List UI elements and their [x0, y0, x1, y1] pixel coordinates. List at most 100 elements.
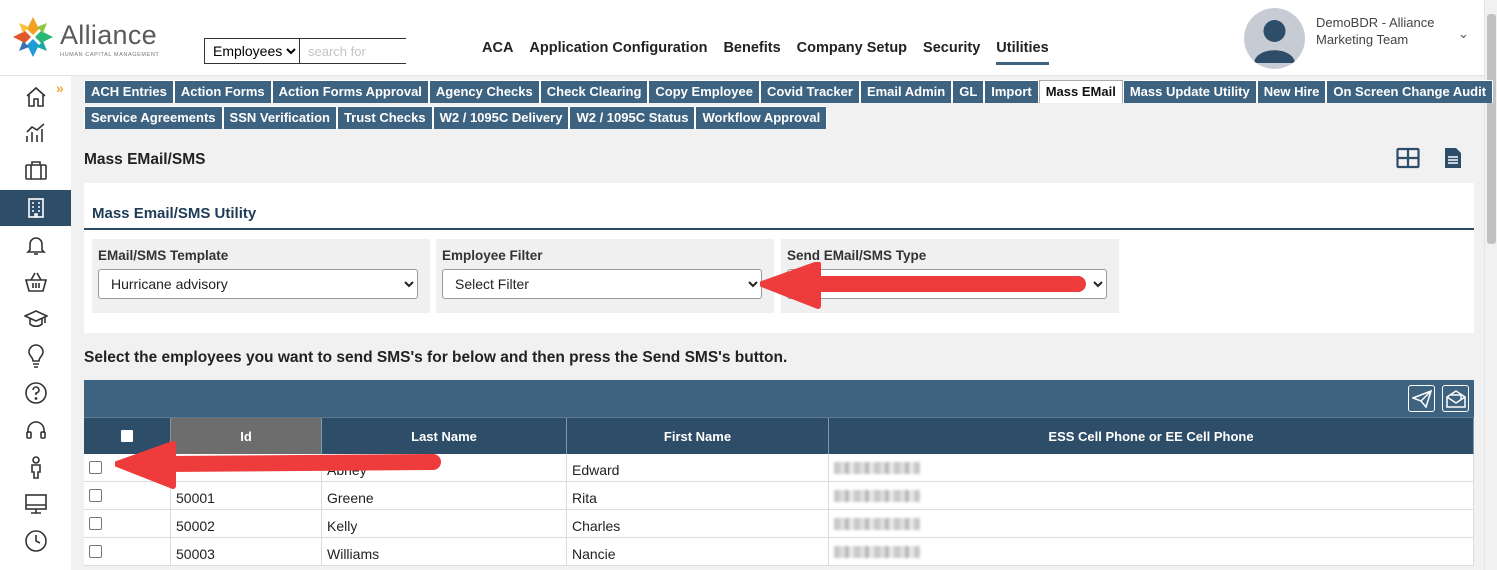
scrollbar-thumb[interactable] — [1487, 14, 1496, 244]
building-icon — [27, 198, 44, 218]
search-scope-select[interactable]: Employees — [205, 39, 300, 63]
send-type-label: Send EMail/SMS Type — [787, 248, 927, 263]
column-header-cell-phone[interactable]: ESS Cell Phone or EE Cell Phone — [829, 418, 1474, 454]
user-menu[interactable]: DemoBDR - Alliance Marketing Team ⌄ — [1244, 6, 1479, 69]
employee-filter-select[interactable]: Select Filter — [442, 269, 762, 299]
row-checkbox[interactable] — [89, 517, 102, 530]
tab-action-forms[interactable]: Action Forms — [173, 80, 272, 103]
sidebar-item-analytics[interactable] — [0, 115, 71, 151]
row-checkbox[interactable] — [89, 461, 102, 474]
bell-icon — [25, 237, 46, 255]
table-row[interactable]: 50002 Kelly Charles — [84, 510, 1474, 538]
send-type-field: Send EMail/SMS Type — [781, 239, 1119, 313]
nav-benefits[interactable]: Benefits — [723, 40, 780, 65]
tab-ssn-verification[interactable]: SSN Verification — [222, 106, 337, 129]
cell-id: 50003 — [171, 538, 322, 565]
tab-agency-checks[interactable]: Agency Checks — [428, 80, 540, 103]
sidebar-item-training[interactable] — [0, 301, 71, 337]
employee-grid: Id Last Name First Name ESS Cell Phone o… — [84, 380, 1474, 566]
sidebar-item-help[interactable] — [0, 375, 71, 411]
nav-security[interactable]: Security — [923, 40, 980, 65]
tab-action-forms-approval[interactable]: Action Forms Approval — [271, 80, 429, 103]
nav-company-setup[interactable]: Company Setup — [797, 40, 907, 65]
sidebar-item-people[interactable] — [0, 449, 71, 485]
graduation-cap-icon — [23, 310, 48, 328]
top-bar: Alliance HUMAN CAPITAL MANAGEMENT Employ… — [0, 0, 1484, 76]
grid-toolbar — [84, 380, 1474, 417]
headset-icon — [25, 421, 46, 439]
select-all-checkbox[interactable] — [121, 430, 133, 442]
sidebar-item-company[interactable] — [0, 190, 71, 226]
nav-aca[interactable]: ACA — [482, 40, 513, 65]
grid-view-icon[interactable] — [1396, 147, 1420, 169]
row-checkbox[interactable] — [89, 489, 102, 502]
cell-first-name: Nancie — [567, 538, 829, 565]
tab-service-agreements[interactable]: Service Agreements — [84, 106, 223, 129]
cell-phone-redacted — [829, 510, 1474, 537]
instruction-text: Select the employees you want to send SM… — [84, 349, 788, 366]
tab-trust-checks[interactable]: Trust Checks — [336, 106, 433, 129]
brand-name: Alliance — [60, 20, 157, 50]
tab-w2-1095c-status[interactable]: W2 / 1095C Status — [569, 106, 696, 129]
main-nav: ACA Application Configuration Benefits C… — [482, 40, 1049, 65]
briefcase-icon — [24, 161, 47, 180]
tab-row-2: Service Agreements SSN Verification Trus… — [84, 106, 1474, 130]
tab-copy-employee[interactable]: Copy Employee — [648, 80, 760, 103]
sidebar-item-support[interactable] — [0, 412, 71, 448]
sidebar-item-notifications[interactable] — [0, 227, 71, 263]
table-row[interactable]: 50003 Williams Nancie — [84, 538, 1474, 566]
employee-filter-field: Employee Filter Select Filter — [436, 239, 774, 313]
chevron-down-icon[interactable]: ⌄ — [1458, 26, 1469, 42]
tab-workflow-approval[interactable]: Workflow Approval — [695, 106, 828, 129]
table-row[interactable]: 50001 Greene Rita — [84, 482, 1474, 510]
tab-covid-tracker[interactable]: Covid Tracker — [759, 80, 860, 103]
sidebar — [0, 76, 71, 570]
sidebar-item-jobs[interactable] — [0, 152, 71, 188]
row-checkbox[interactable] — [89, 545, 102, 558]
send-type-select[interactable] — [787, 269, 1107, 299]
tab-w2-1095c-delivery[interactable]: W2 / 1095C Delivery — [432, 106, 570, 129]
sidebar-item-shop[interactable] — [0, 264, 71, 300]
send-sms-button[interactable] — [1408, 385, 1435, 412]
nav-utilities[interactable]: Utilities — [996, 40, 1049, 65]
employee-filter-label: Employee Filter — [442, 248, 543, 263]
tab-ach-entries[interactable]: ACH Entries — [84, 80, 174, 103]
person-icon — [30, 456, 41, 479]
document-view-icon[interactable] — [1444, 147, 1462, 169]
nav-application-configuration[interactable]: Application Configuration — [529, 40, 707, 65]
tab-on-screen-change-audit[interactable]: On Screen Change Audit — [1326, 80, 1494, 103]
cell-phone-redacted — [829, 454, 1474, 481]
template-select[interactable]: Hurricane advisory — [98, 269, 418, 299]
tab-check-clearing[interactable]: Check Clearing — [539, 80, 649, 103]
send-email-button[interactable] — [1442, 385, 1469, 412]
tab-email-admin[interactable]: Email Admin — [859, 80, 953, 103]
home-icon — [25, 86, 46, 107]
tab-gl[interactable]: GL — [952, 80, 985, 103]
alliance-logo-icon — [13, 17, 53, 57]
column-header-first-name[interactable]: First Name — [567, 418, 829, 454]
panel-divider — [84, 228, 1474, 230]
sidebar-item-history[interactable] — [0, 523, 71, 559]
select-all-cell — [84, 418, 171, 454]
utilities-tabs: ACH Entries Action Forms Action Forms Ap… — [84, 80, 1494, 132]
company-logo[interactable]: Alliance HUMAN CAPITAL MANAGEMENT — [10, 12, 170, 62]
monitor-icon — [24, 494, 47, 514]
table-row[interactable]: Abney Edward — [84, 454, 1474, 482]
grid-header: Id Last Name First Name ESS Cell Phone o… — [84, 417, 1474, 454]
paper-plane-icon — [1411, 389, 1432, 408]
column-header-id[interactable]: Id — [171, 418, 322, 454]
sidebar-item-ideas[interactable] — [0, 338, 71, 374]
page-title: Mass EMail/SMS — [84, 151, 206, 168]
tab-mass-update-utility[interactable]: Mass Update Utility — [1122, 80, 1257, 103]
avatar — [1244, 8, 1305, 69]
cell-first-name: Edward — [567, 454, 829, 481]
template-field: EMail/SMS Template Hurricane advisory — [92, 239, 430, 313]
column-header-last-name[interactable]: Last Name — [322, 418, 567, 454]
tab-import[interactable]: Import — [984, 80, 1039, 103]
search-input[interactable] — [300, 39, 484, 63]
sidebar-item-desktop[interactable] — [0, 486, 71, 522]
tab-new-hire[interactable]: New Hire — [1256, 80, 1327, 103]
view-toggle — [1396, 147, 1462, 169]
tab-mass-email[interactable]: Mass EMail — [1038, 80, 1123, 103]
sidebar-expand-icon[interactable]: » — [56, 80, 64, 96]
